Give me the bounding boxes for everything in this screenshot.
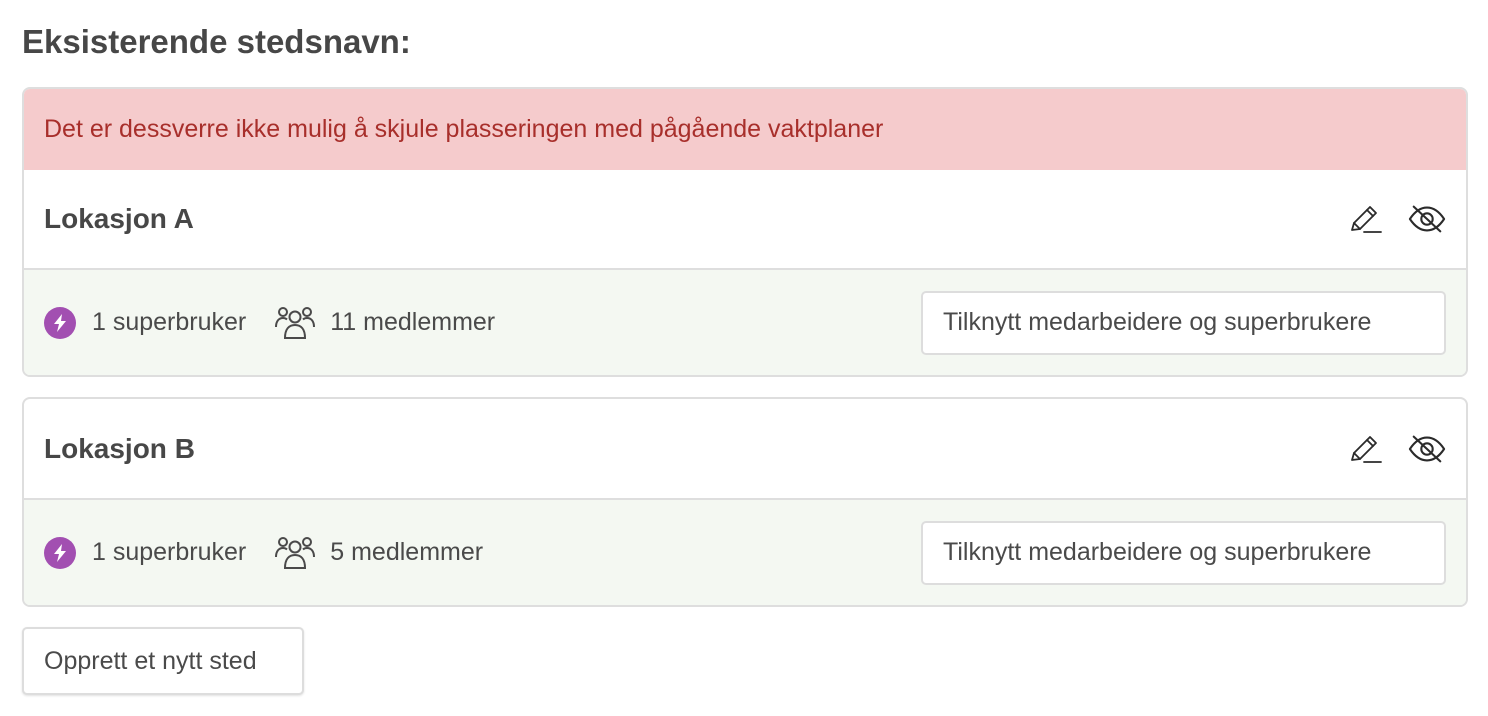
people-group-icon (274, 305, 316, 341)
assign-members-button[interactable]: Tilknytt medarbeidere og superbrukere (921, 290, 1446, 355)
create-location-button[interactable]: Opprett et nytt sted (22, 627, 304, 695)
location-header: Lokasjon B (24, 399, 1466, 500)
location-actions (1346, 200, 1446, 238)
pencil-icon[interactable] (1346, 430, 1384, 468)
page-title: Eksisterende stedsnavn: (22, 23, 411, 60)
members-count: 5 medlemmer (330, 538, 484, 566)
location-card-a: Det er dessverre ikke mulig å skjule pla… (22, 87, 1468, 377)
superuser-count: 1 superbruker (92, 538, 247, 566)
superuser-stat: 1 superbruker (44, 536, 247, 569)
location-actions (1346, 430, 1446, 468)
location-stats: 1 superbruker 11 medlemmer (44, 305, 495, 341)
eye-off-icon[interactable] (1408, 200, 1446, 238)
people-group-icon (274, 535, 316, 571)
lightning-bolt-icon (44, 306, 76, 339)
pencil-icon[interactable] (1346, 200, 1384, 238)
members-count: 11 medlemmer (330, 308, 496, 336)
lightning-bolt-icon (44, 536, 76, 569)
eye-off-icon[interactable] (1408, 430, 1446, 468)
members-stat: 11 medlemmer (274, 305, 495, 341)
page-container: Eksisterende stedsnavn: Det er dessverre… (22, 0, 1468, 695)
location-stats: 1 superbruker 5 medlemmer (44, 535, 483, 571)
location-header: Lokasjon A (24, 170, 1466, 270)
members-stat: 5 medlemmer (274, 535, 483, 571)
location-name: Lokasjon B (44, 432, 195, 464)
location-name: Lokasjon A (44, 203, 194, 234)
superuser-stat: 1 superbruker (44, 306, 247, 339)
location-card-b: Lokasjon B 1 superbruker 5 medlemmer Til… (22, 397, 1468, 607)
error-alert: Det er dessverre ikke mulig å skjule pla… (24, 89, 1466, 170)
superuser-count: 1 superbruker (92, 308, 247, 336)
location-footer: 1 superbruker 5 medlemmer Tilknytt medar… (24, 500, 1466, 605)
location-footer: 1 superbruker 11 medlemmer Tilknytt meda… (24, 270, 1466, 375)
assign-members-button[interactable]: Tilknytt medarbeidere og superbrukere (921, 520, 1446, 585)
